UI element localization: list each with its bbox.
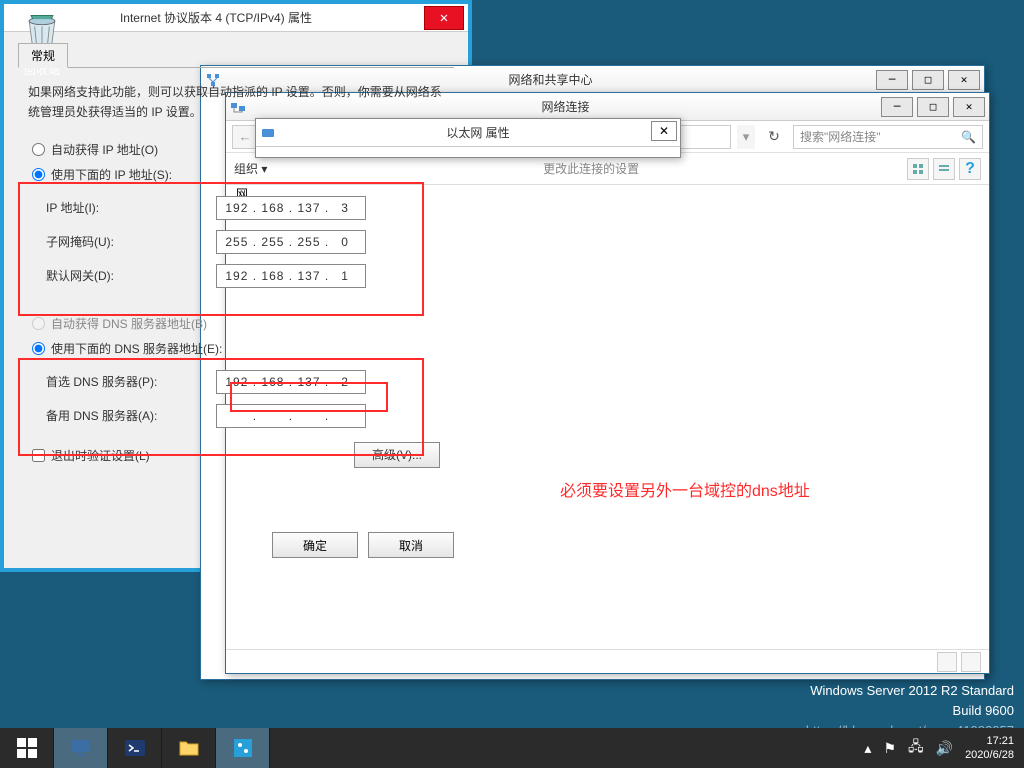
ok-button[interactable]: 确定 bbox=[272, 532, 358, 558]
toolbar-more[interactable]: 更改此连接的设置 bbox=[543, 160, 639, 177]
annotation-text: 必须要设置另外一台域控的dns地址 bbox=[560, 477, 810, 501]
radio-use-ip-label: 使用下面的 IP 地址(S): bbox=[51, 166, 172, 183]
radio-auto-ip-label: 自动获得 IP 地址(O) bbox=[51, 141, 158, 158]
minimize-button[interactable]: ─ bbox=[876, 70, 908, 90]
input-ip-address[interactable]: 192. 168. 137. 3 bbox=[216, 196, 366, 220]
titlebar-ipv4[interactable]: Internet 协议版本 4 (TCP/IPv4) 属性 ✕ bbox=[4, 4, 468, 32]
build-line1: Windows Server 2012 R2 Standard bbox=[810, 681, 1014, 701]
row-ip-address: IP 地址(I): 192. 168. 137. 3 bbox=[46, 191, 444, 225]
label-dns1: 首选 DNS 服务器(P): bbox=[46, 373, 216, 390]
taskbar-explorer[interactable] bbox=[162, 728, 216, 768]
minimize-button[interactable]: ─ bbox=[881, 97, 913, 117]
radio-use-ip-input[interactable] bbox=[32, 168, 45, 181]
build-info: Windows Server 2012 R2 Standard Build 96… bbox=[810, 681, 1014, 720]
close-button[interactable]: ✕ bbox=[651, 121, 677, 141]
view-details-icon[interactable] bbox=[933, 158, 955, 180]
powershell-icon bbox=[123, 736, 147, 760]
maximize-button[interactable]: □ bbox=[917, 97, 949, 117]
taskbar: ▴ ⚑ 🖧 🔊 17:21 2020/6/28 bbox=[0, 728, 1024, 768]
input-dns2[interactable]: . . . bbox=[216, 404, 366, 428]
row-dns1: 首选 DNS 服务器(P): 192. 168. 137. 2 bbox=[46, 365, 444, 399]
start-button[interactable] bbox=[0, 728, 54, 768]
system-tray: ▴ ⚑ 🖧 🔊 17:21 2020/6/28 bbox=[854, 728, 1024, 768]
radio-use-ip[interactable]: 使用下面的 IP 地址(S): bbox=[32, 166, 444, 183]
network-tray-icon[interactable]: 🖧 bbox=[908, 736, 924, 760]
taskbar-clock[interactable]: 17:21 2020/6/28 bbox=[965, 734, 1014, 763]
label-gateway: 默认网关(D): bbox=[46, 267, 216, 284]
view-large-icon[interactable] bbox=[907, 158, 929, 180]
radio-auto-dns: 自动获得 DNS 服务器地址(B) bbox=[32, 315, 444, 332]
radio-use-dns-input[interactable] bbox=[32, 342, 45, 355]
radio-auto-ip[interactable]: 自动获得 IP 地址(O) bbox=[32, 141, 444, 158]
help-icon[interactable]: ? bbox=[959, 158, 981, 180]
flag-icon[interactable]: ⚑ bbox=[883, 740, 896, 757]
advanced-button[interactable]: 高级(V)... bbox=[354, 442, 440, 468]
row-subnet-mask: 子网掩码(U): 255. 255. 255. 0 bbox=[46, 225, 444, 259]
search-input[interactable]: 搜索"网络连接" 🔍 bbox=[793, 125, 983, 149]
cancel-button[interactable]: 取消 bbox=[368, 532, 454, 558]
taskbar-powershell[interactable] bbox=[108, 728, 162, 768]
row-dns2: 备用 DNS 服务器(A): . . . bbox=[46, 399, 444, 433]
clock-time: 17:21 bbox=[965, 734, 1014, 748]
tabstrip: 常规 bbox=[18, 44, 454, 68]
build-line2: Build 9600 bbox=[810, 701, 1014, 721]
label-dns2: 备用 DNS 服务器(A): bbox=[46, 407, 216, 424]
radio-auto-dns-label: 自动获得 DNS 服务器地址(B) bbox=[51, 315, 207, 332]
server-manager-icon bbox=[69, 736, 93, 760]
dropdown-icon[interactable]: ▾ bbox=[737, 125, 755, 149]
control-panel-icon bbox=[231, 736, 255, 760]
status-view-icon-1[interactable] bbox=[937, 652, 957, 672]
taskbar-control-panel[interactable] bbox=[216, 728, 270, 768]
input-subnet-mask[interactable]: 255. 255. 255. 0 bbox=[216, 230, 366, 254]
status-view-icon-2[interactable] bbox=[961, 652, 981, 672]
window-ipv4-properties: Internet 协议版本 4 (TCP/IPv4) 属性 ✕ 常规 如果网络支… bbox=[0, 0, 472, 572]
input-gateway[interactable]: 192. 168. 137. 1 bbox=[216, 264, 366, 288]
folder-icon bbox=[177, 736, 201, 760]
radio-auto-ip-input[interactable] bbox=[32, 143, 45, 156]
statusbar bbox=[226, 649, 989, 673]
input-dns1[interactable]: 192. 168. 137. 2 bbox=[216, 370, 366, 394]
label-ip: IP 地址(I): bbox=[46, 199, 216, 216]
windows-icon bbox=[15, 736, 39, 760]
search-placeholder: 搜索"网络连接" bbox=[800, 128, 881, 145]
radio-use-dns-label: 使用下面的 DNS 服务器地址(E): bbox=[51, 340, 222, 357]
label-mask: 子网掩码(U): bbox=[46, 233, 216, 250]
tab-general[interactable]: 常规 bbox=[18, 43, 68, 68]
checkbox-verify-label: 退出时验证设置(L) bbox=[51, 447, 150, 464]
description-text: 如果网络支持此功能，则可以获取自动指派的 IP 设置。否则，你需要从网络系统管理… bbox=[28, 82, 444, 123]
close-button[interactable]: ✕ bbox=[424, 6, 464, 30]
close-button[interactable]: ✕ bbox=[948, 70, 980, 90]
checkbox-verify-input[interactable] bbox=[32, 449, 45, 462]
taskbar-server-manager[interactable] bbox=[54, 728, 108, 768]
radio-use-dns[interactable]: 使用下面的 DNS 服务器地址(E): bbox=[32, 340, 444, 357]
refresh-button[interactable]: ↻ bbox=[761, 125, 787, 149]
radio-auto-dns-input bbox=[32, 317, 45, 330]
maximize-button[interactable]: □ bbox=[912, 70, 944, 90]
row-gateway: 默认网关(D): 192. 168. 137. 1 bbox=[46, 259, 444, 293]
tray-up-icon[interactable]: ▴ bbox=[864, 740, 871, 757]
sound-icon[interactable]: 🔊 bbox=[936, 740, 953, 757]
close-button[interactable]: ✕ bbox=[953, 97, 985, 117]
clock-date: 2020/6/28 bbox=[965, 748, 1014, 762]
